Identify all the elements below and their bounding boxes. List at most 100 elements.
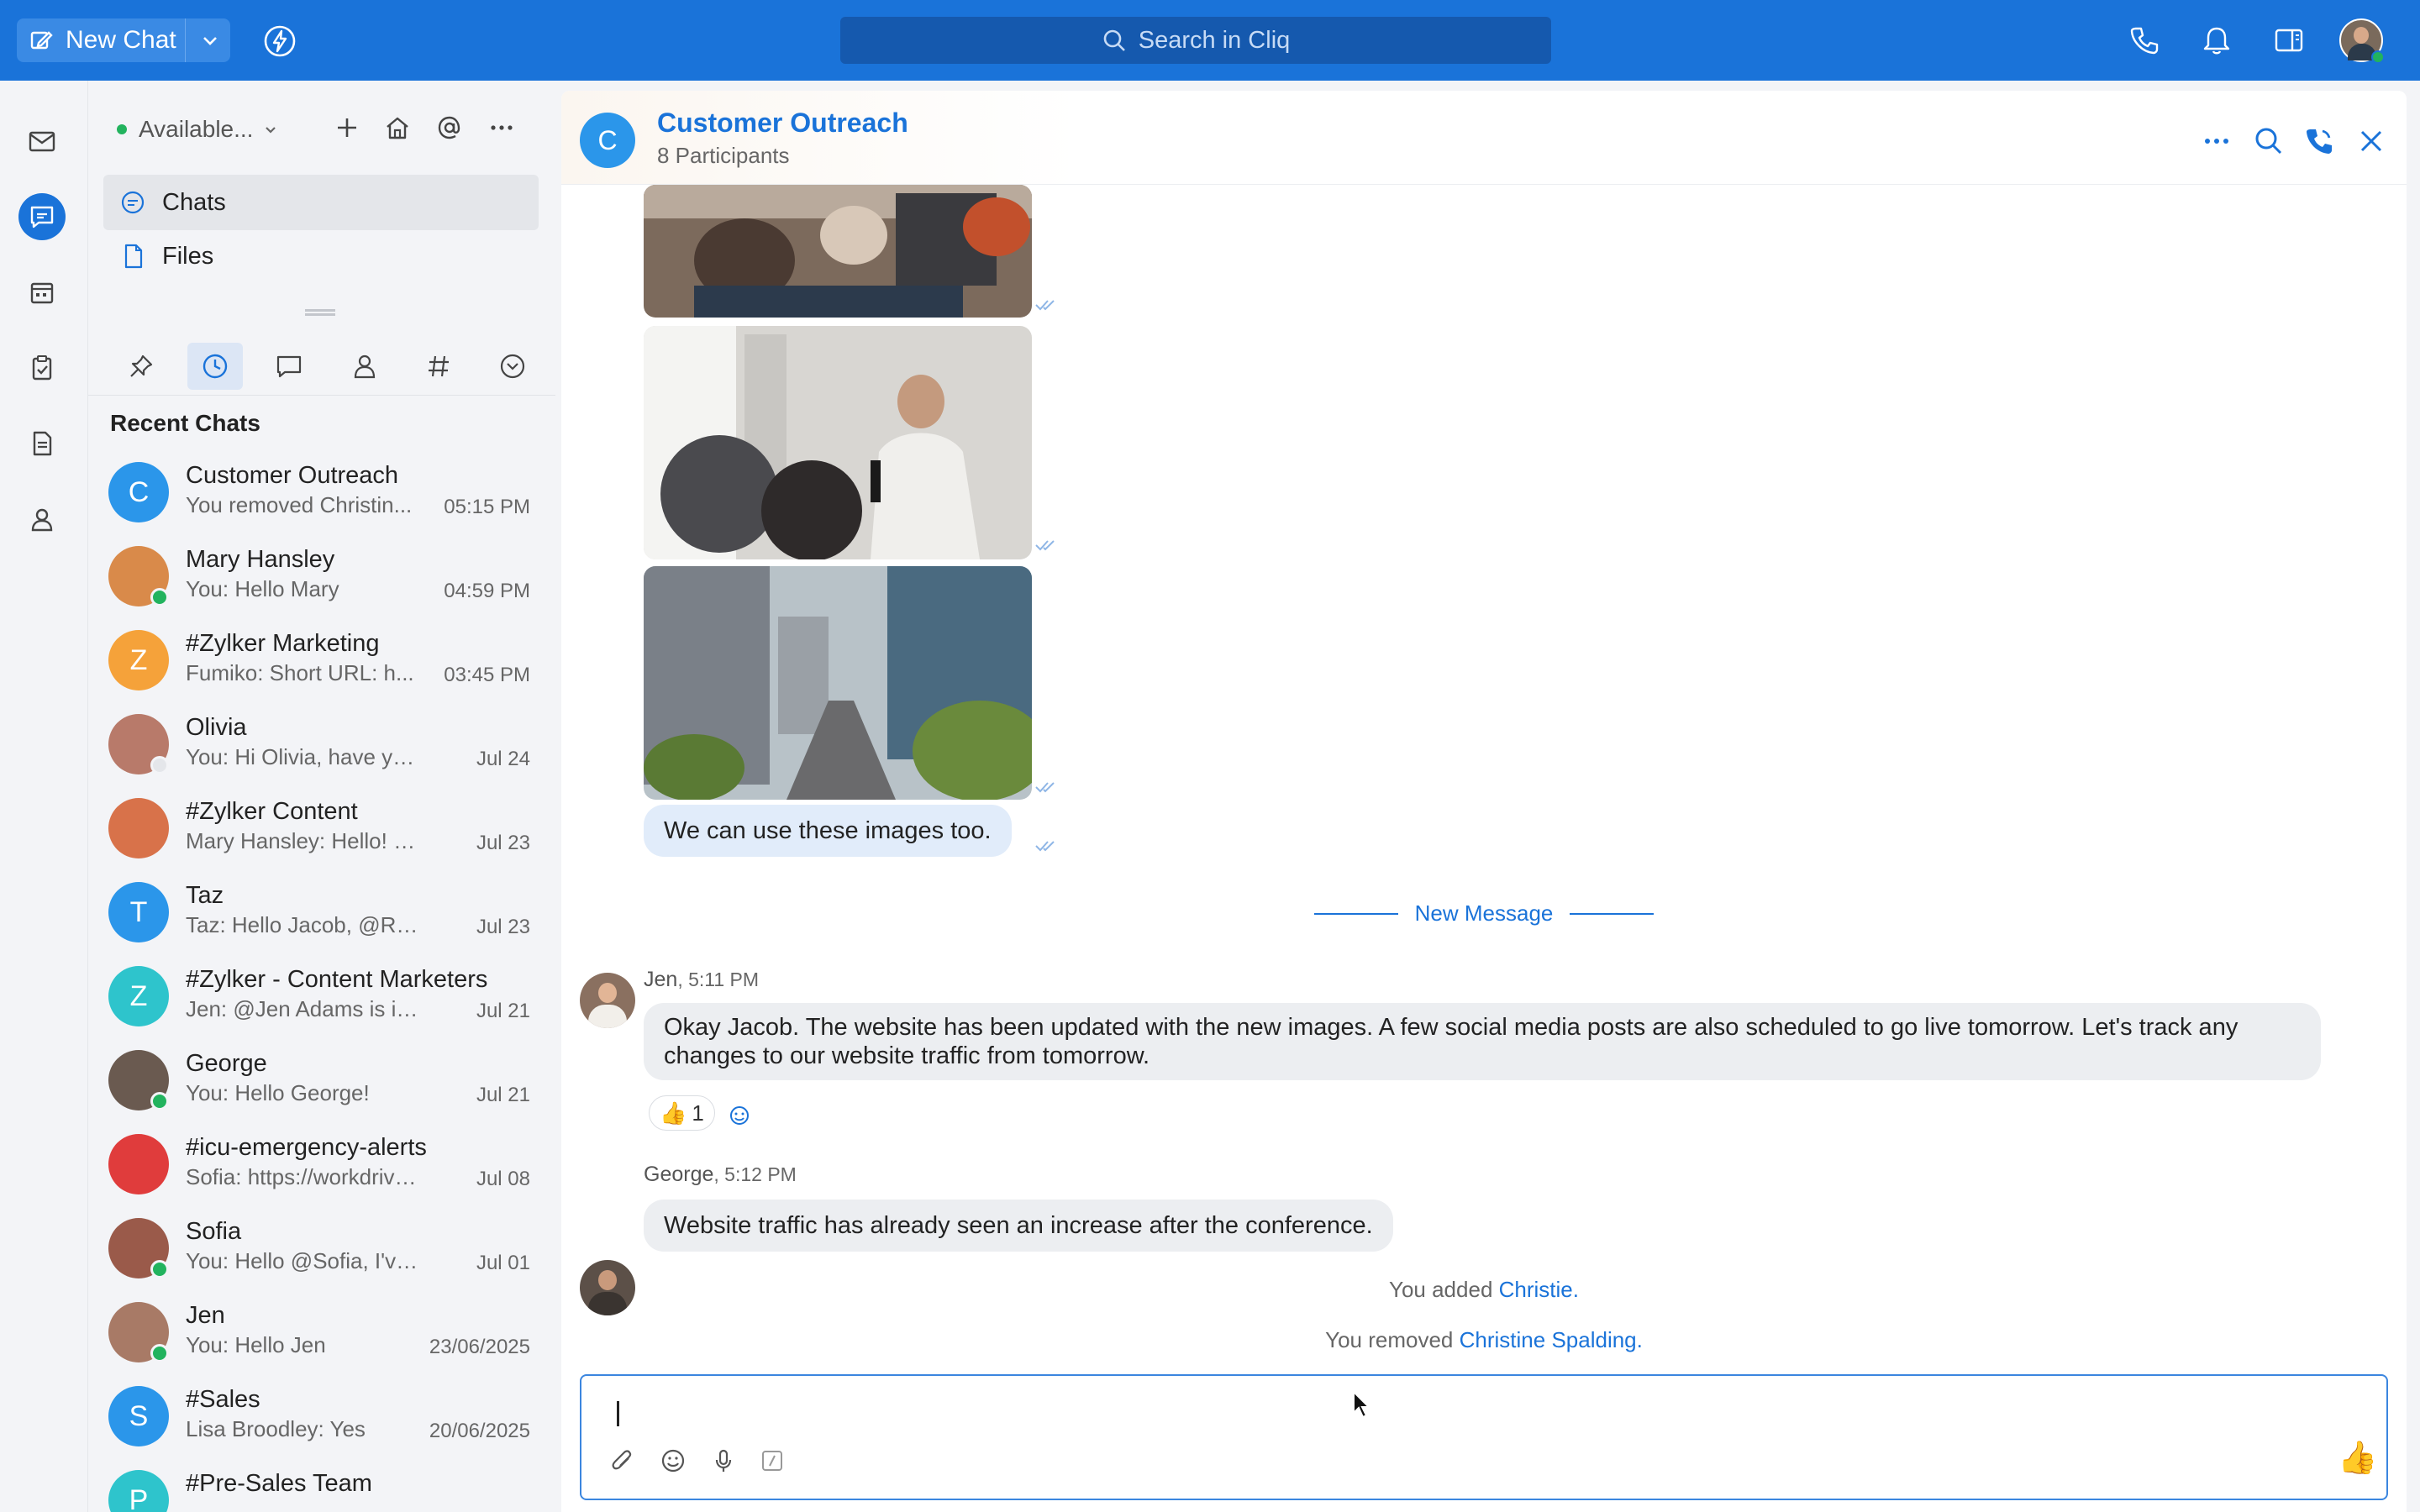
- chat-name: #Pre-Sales Team: [186, 1470, 372, 1497]
- rail-contacts[interactable]: [18, 496, 66, 543]
- sender-name[interactable]: Jen: [644, 968, 677, 991]
- chat-avatar: [108, 1218, 169, 1278]
- bell-icon[interactable]: [2200, 24, 2233, 57]
- more-horizontal-icon[interactable]: [2200, 124, 2233, 158]
- phone-icon[interactable]: [2128, 24, 2161, 57]
- mention-icon[interactable]: [434, 113, 465, 143]
- home-icon[interactable]: [382, 113, 413, 143]
- more-horizontal-icon[interactable]: [487, 113, 517, 143]
- microphone-icon[interactable]: [709, 1446, 738, 1475]
- call-icon[interactable]: [2302, 124, 2336, 158]
- chat-list-item[interactable]: Z #Zylker - Content Marketers Jen: @Jen Ad…: [88, 954, 555, 1038]
- filter-channels[interactable]: [411, 343, 466, 390]
- city-street-photo: [644, 566, 1032, 800]
- nav-chats[interactable]: Chats: [103, 175, 539, 230]
- plus-icon[interactable]: [332, 113, 362, 143]
- rail-calendar[interactable]: [18, 269, 66, 316]
- message-time: , 5:11 PM: [677, 969, 760, 990]
- message-bubble[interactable]: Okay Jacob. The website has been updated…: [644, 1003, 2321, 1080]
- thumbs-up-send-icon[interactable]: 👍: [2338, 1440, 2377, 1477]
- chat-avatar: [108, 714, 169, 774]
- slash-command-icon[interactable]: [758, 1446, 786, 1475]
- chat-avatar: Z: [108, 966, 169, 1026]
- chat-time: Jul 08: [476, 1168, 530, 1190]
- clock-icon: [203, 354, 228, 379]
- lightning-icon[interactable]: [262, 24, 297, 59]
- chat-preview: Taz: Hello Jacob, @Regi...: [186, 912, 421, 937]
- message-composer[interactable]: 👍: [580, 1374, 2388, 1500]
- side-panel-icon[interactable]: [2272, 24, 2306, 57]
- avatar-initial: Z: [129, 979, 148, 1012]
- chat-list-item[interactable]: Jen You: Hello Jen 23/06/2025: [88, 1290, 555, 1374]
- new-message-divider: New Message: [561, 900, 2407, 927]
- avatar-initial: T: [129, 895, 148, 928]
- nav-chats-label: Chats: [162, 188, 226, 216]
- recent-chat-list: C Customer Outreach You removed Christin..…: [88, 450, 555, 1512]
- filter-recent[interactable]: [187, 343, 243, 390]
- chat-avatar: [108, 546, 169, 606]
- message-sender: Jen, 5:11 PM: [644, 968, 759, 992]
- chat-avatar: S: [108, 1386, 169, 1446]
- chat-list-item[interactable]: Sofia You: Hello @Sofia, I've sh... Jul 01: [88, 1206, 555, 1290]
- chat-title[interactable]: Customer Outreach: [657, 108, 908, 139]
- search-bar[interactable]: Search in Cliq: [840, 17, 1551, 64]
- chat-avatar: T: [108, 882, 169, 942]
- chat-list-item[interactable]: #Zylker Content Mary Hansley: Hello! @M..…: [88, 786, 555, 870]
- status-label: Available...: [139, 116, 254, 142]
- sender-name[interactable]: George: [644, 1163, 713, 1186]
- shared-image-speaker[interactable]: [644, 326, 1032, 559]
- attachment-icon[interactable]: [608, 1446, 637, 1475]
- emoji-icon[interactable]: [659, 1446, 687, 1475]
- chat-list-item[interactable]: T Taz Taz: Hello Jacob, @Regi... Jul 23: [88, 870, 555, 954]
- online-status-dot: [2371, 50, 2385, 64]
- chevron-down-icon[interactable]: [197, 27, 224, 54]
- rail-chat[interactable]: [18, 193, 66, 240]
- nav-files[interactable]: Files: [103, 228, 539, 284]
- chat-list-item[interactable]: George You: Hello George! Jul 21: [88, 1038, 555, 1122]
- chat-list-item[interactable]: P #Pre-Sales Team: [88, 1458, 555, 1512]
- rail-mail[interactable]: [18, 118, 66, 165]
- text-caret: [617, 1401, 619, 1426]
- chat-list-item[interactable]: Olivia You: Hi Olivia, have you h... Jul 2…: [88, 702, 555, 786]
- user-link[interactable]: Christie.: [1499, 1277, 1579, 1302]
- status-selector[interactable]: Available...: [117, 116, 280, 143]
- user-avatar[interactable]: [2339, 18, 2385, 64]
- filter-pinned[interactable]: [113, 343, 169, 390]
- recent-chats-heading: Recent Chats: [110, 410, 260, 436]
- chat-avatar[interactable]: C: [580, 113, 635, 168]
- clipboard-icon: [32, 355, 52, 381]
- chat-list-item[interactable]: C Customer Outreach You removed Christin..…: [88, 450, 555, 534]
- message-bubble[interactable]: Website traffic has already seen an incr…: [644, 1200, 1393, 1252]
- chat-time: Jul 01: [476, 1252, 530, 1274]
- search-icon[interactable]: [2252, 124, 2286, 158]
- add-reaction-icon[interactable]: [728, 1102, 753, 1127]
- chat-list-item[interactable]: Z #Zylker Marketing Fumiko: Short URL: h..…: [88, 618, 555, 702]
- system-message-added: You added Christie.: [561, 1277, 2407, 1303]
- chat-list-item[interactable]: Mary Hansley You: Hello Mary 04:59 PM: [88, 534, 555, 618]
- chat-bubble-icon: [121, 191, 145, 214]
- shared-image-meeting[interactable]: [644, 185, 1032, 318]
- shared-image-city[interactable]: [644, 566, 1032, 800]
- rail-tasks[interactable]: [18, 344, 66, 391]
- resize-grip[interactable]: [305, 309, 335, 316]
- participants-count[interactable]: 8 Participants: [657, 143, 790, 169]
- filter-more[interactable]: [485, 343, 540, 390]
- chat-name: Mary Hansley: [186, 546, 335, 573]
- user-link[interactable]: Christine Spalding.: [1460, 1327, 1643, 1352]
- chat-avatar: [108, 1134, 169, 1194]
- chat-panel: C Customer Outreach 8 Participants We ca…: [561, 91, 2407, 1512]
- speaker-photo: [644, 326, 1032, 559]
- search-placeholder: Search in Cliq: [1138, 26, 1291, 54]
- rail-notes[interactable]: [18, 420, 66, 467]
- new-chat-button[interactable]: New Chat: [17, 18, 230, 62]
- thumbs-up-reaction[interactable]: 👍 1: [649, 1095, 715, 1131]
- filter-contacts[interactable]: [337, 343, 392, 390]
- chat-list-item[interactable]: S #Sales Lisa Broodley: Yes 20/06/2025: [88, 1374, 555, 1458]
- my-message-bubble[interactable]: We can use these images too.: [644, 805, 1012, 857]
- filter-conversations[interactable]: [261, 343, 317, 390]
- sidebar-divider: [88, 395, 555, 396]
- close-icon[interactable]: [2354, 124, 2388, 158]
- sender-avatar-jen[interactable]: [580, 973, 635, 1028]
- chat-preview: You: Hello George!: [186, 1080, 370, 1105]
- chat-list-item[interactable]: #icu-emergency-alerts Sofia: https://work…: [88, 1122, 555, 1206]
